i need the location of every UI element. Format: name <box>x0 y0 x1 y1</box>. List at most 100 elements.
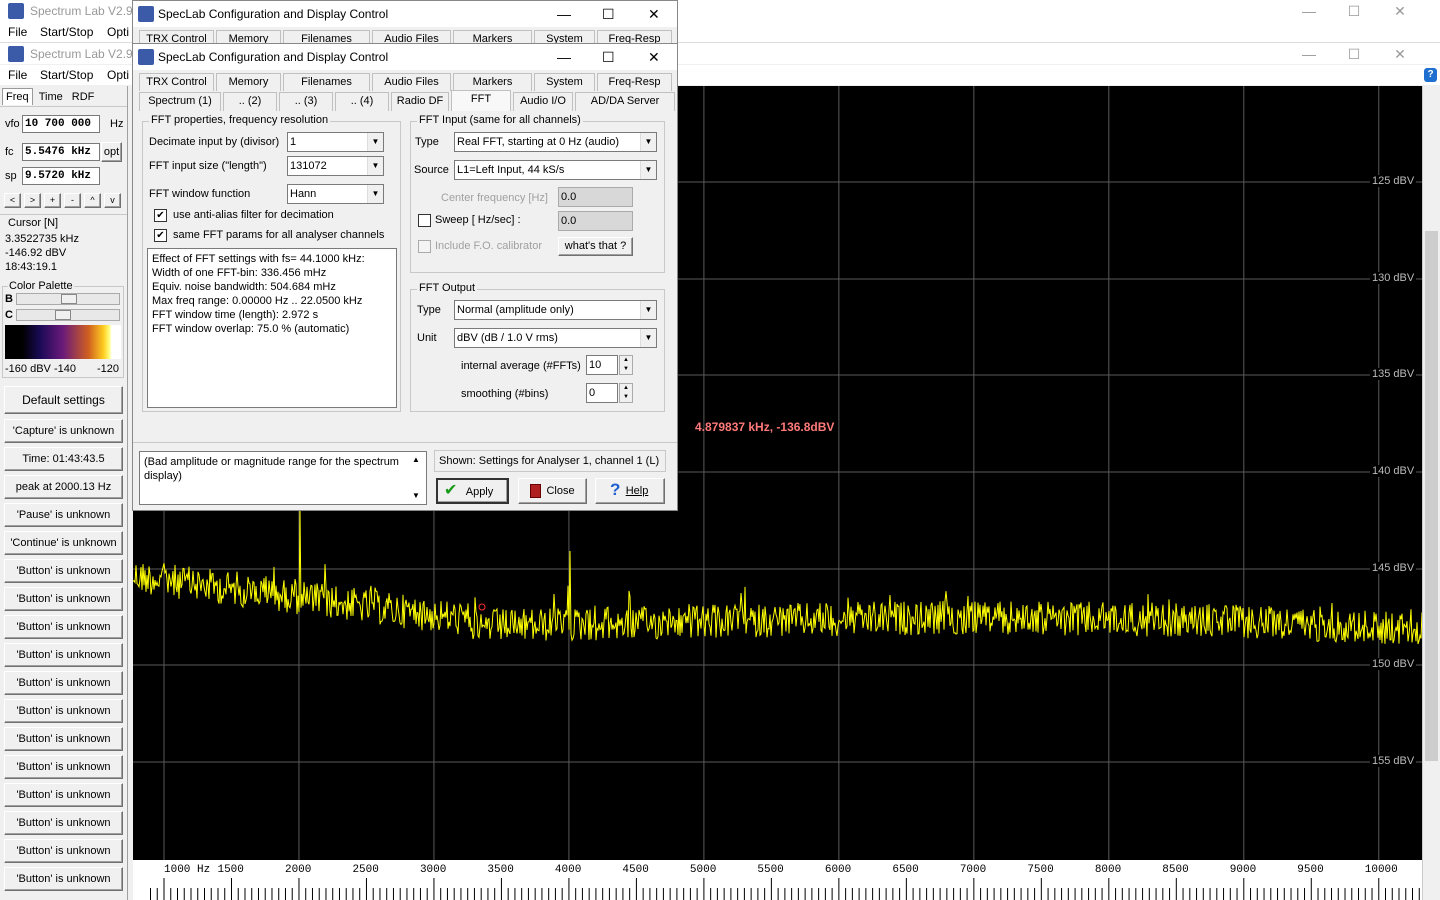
tab-trx-control[interactable]: TRX Control <box>139 73 214 91</box>
tab-4[interactable]: .. (4) <box>335 92 389 111</box>
config-dialog-back: SpecLab Configuration and Display Contro… <box>132 0 678 48</box>
tab-rdf[interactable]: RDF <box>69 89 98 105</box>
tab-ad-da-server[interactable]: AD/DA Server <box>575 92 675 111</box>
user-button[interactable]: 'Button' is unknown <box>4 755 123 779</box>
user-button[interactable]: 'Pause' is unknown <box>4 503 123 527</box>
tab-audio-files[interactable]: Audio Files <box>372 73 451 91</box>
back-dialog-maximize-icon[interactable]: ☐ <box>602 1 615 27</box>
menu-startstop[interactable]: Start/Stop <box>40 65 93 85</box>
scroll-up-icon[interactable]: ▲ <box>412 455 420 464</box>
smooth-field[interactable]: 0 <box>586 383 618 403</box>
smooth-spinner[interactable]: ▲ ▼ <box>619 383 633 403</box>
user-button[interactable]: Time: 01:43:43.5 <box>4 447 123 471</box>
user-button[interactable]: 'Button' is unknown <box>4 783 123 807</box>
dialog-maximize-icon[interactable]: ☐ <box>602 44 615 70</box>
tab-memory[interactable]: Memory <box>216 73 281 91</box>
tab-time[interactable]: Time <box>36 89 66 105</box>
apply-button[interactable]: ✔ Apply <box>436 478 509 504</box>
avg-field[interactable]: 10 <box>586 355 618 375</box>
user-button[interactable]: peak at 2000.13 Hz <box>4 475 123 499</box>
fc-field[interactable]: 5.5476 kHz <box>22 143 100 161</box>
fo-calibrator-checkbox[interactable] <box>418 240 431 253</box>
brightness-thumb[interactable] <box>61 294 77 304</box>
nav-right-button[interactable]: > <box>24 193 41 208</box>
tab-markers[interactable]: Markers <box>453 73 532 91</box>
user-button[interactable]: 'Button' is unknown <box>4 671 123 695</box>
spectrum-trace <box>133 510 1422 645</box>
user-button[interactable]: 'Button' is unknown <box>4 643 123 667</box>
close-button[interactable]: Close <box>518 478 587 504</box>
back-dialog-close-icon[interactable]: ✕ <box>648 1 660 27</box>
vertical-scrollbar[interactable] <box>1422 86 1440 900</box>
minimize-icon[interactable]: — <box>1286 43 1332 65</box>
nav-down-button[interactable]: v <box>104 193 121 208</box>
output-type-select[interactable]: Normal (amplitude only) ▼ <box>454 300 657 320</box>
antialias-checkbox[interactable]: ✔ <box>154 209 167 222</box>
decimate-value: 1 <box>290 136 297 148</box>
fft-window-select[interactable]: Hann ▼ <box>287 184 384 204</box>
back-close-icon[interactable]: ✕ <box>1377 0 1423 22</box>
scroll-down-icon[interactable]: ▼ <box>412 491 420 500</box>
same-params-label: same FFT params for all analyser channel… <box>173 229 385 241</box>
back-menu-startstop[interactable]: Start/Stop <box>40 22 93 42</box>
help-button[interactable]: ? Help <box>595 478 665 504</box>
contrast-slider[interactable] <box>16 309 120 321</box>
user-button[interactable]: 'Button' is unknown <box>4 867 123 891</box>
tab-system[interactable]: System <box>534 73 595 91</box>
unit-select[interactable]: dBV (dB / 1.0 V rms) ▼ <box>454 328 657 348</box>
tab-3[interactable]: .. (3) <box>279 92 333 111</box>
user-button[interactable]: 'Button' is unknown <box>4 811 123 835</box>
user-button[interactable]: 'Button' is unknown <box>4 699 123 723</box>
user-button[interactable]: 'Capture' is unknown <box>4 419 123 443</box>
whats-that-button[interactable]: what's that ? <box>558 237 633 256</box>
default-settings-button[interactable]: Default settings <box>4 386 123 414</box>
tab-2[interactable]: .. (2) <box>223 92 277 111</box>
maximize-icon[interactable]: ☐ <box>1331 43 1377 65</box>
contrast-thumb[interactable] <box>55 310 71 320</box>
back-maximize-icon[interactable]: ☐ <box>1331 0 1377 22</box>
fft-size-select[interactable]: 131072 ▼ <box>287 156 384 176</box>
user-button[interactable]: 'Button' is unknown <box>4 587 123 611</box>
close-icon[interactable]: ✕ <box>1377 43 1423 65</box>
user-button[interactable]: 'Button' is unknown <box>4 615 123 639</box>
sweep-field[interactable]: 0.0 <box>558 211 633 231</box>
back-menu-options[interactable]: Opti <box>107 22 129 42</box>
sp-field[interactable]: 9.5720 kHz <box>22 167 100 185</box>
dialog-app-icon <box>138 6 154 22</box>
avg-spinner[interactable]: ▲ ▼ <box>619 355 633 375</box>
menu-options[interactable]: Opti <box>107 65 129 85</box>
source-select[interactable]: L1=Left Input, 44 kS/s ▼ <box>454 160 657 180</box>
nav-up-button[interactable]: ^ <box>84 193 101 208</box>
tab-audio-i-o[interactable]: Audio I/O <box>513 92 573 111</box>
nav-minus-button[interactable]: - <box>64 193 81 208</box>
input-type-select[interactable]: Real FFT, starting at 0 Hz (audio) ▼ <box>454 132 657 152</box>
brightness-slider[interactable] <box>16 293 120 305</box>
nav-left-button[interactable]: < <box>4 193 21 208</box>
opt-button[interactable]: opt <box>101 142 122 162</box>
tab-freq-resp[interactable]: Freq-Resp <box>597 73 672 91</box>
dialog-close-icon[interactable]: ✕ <box>648 44 660 70</box>
palette-mid-label: -140 <box>54 363 77 375</box>
dialog-minimize-icon[interactable]: — <box>557 44 571 70</box>
tab-freq[interactable]: Freq <box>2 88 33 105</box>
menu-file[interactable]: File <box>8 65 27 85</box>
same-params-checkbox[interactable]: ✔ <box>154 229 167 242</box>
back-menu-file[interactable]: File <box>8 22 27 42</box>
sweep-checkbox[interactable] <box>418 214 431 227</box>
user-button[interactable]: 'Continue' is unknown <box>4 531 123 555</box>
nav-plus-button[interactable]: + <box>44 193 61 208</box>
chevron-down-icon: ▼ <box>640 133 656 151</box>
scrollbar-thumb[interactable] <box>1425 231 1438 761</box>
tab-filenames[interactable]: Filenames <box>283 73 370 91</box>
back-dialog-minimize-icon[interactable]: — <box>557 1 571 27</box>
tab-spectrum-1[interactable]: Spectrum (1) <box>139 92 221 111</box>
vfo-field[interactable]: 10 700 000 <box>22 115 100 133</box>
decimate-select[interactable]: 1 ▼ <box>287 132 384 152</box>
back-minimize-icon[interactable]: — <box>1286 0 1332 22</box>
user-button[interactable]: 'Button' is unknown <box>4 839 123 863</box>
tab-fft[interactable]: FFT <box>451 90 511 111</box>
user-button[interactable]: 'Button' is unknown <box>4 727 123 751</box>
user-button[interactable]: 'Button' is unknown <box>4 559 123 583</box>
help-icon[interactable]: ? <box>1424 68 1437 82</box>
tab-radio-df[interactable]: Radio DF <box>391 92 449 111</box>
